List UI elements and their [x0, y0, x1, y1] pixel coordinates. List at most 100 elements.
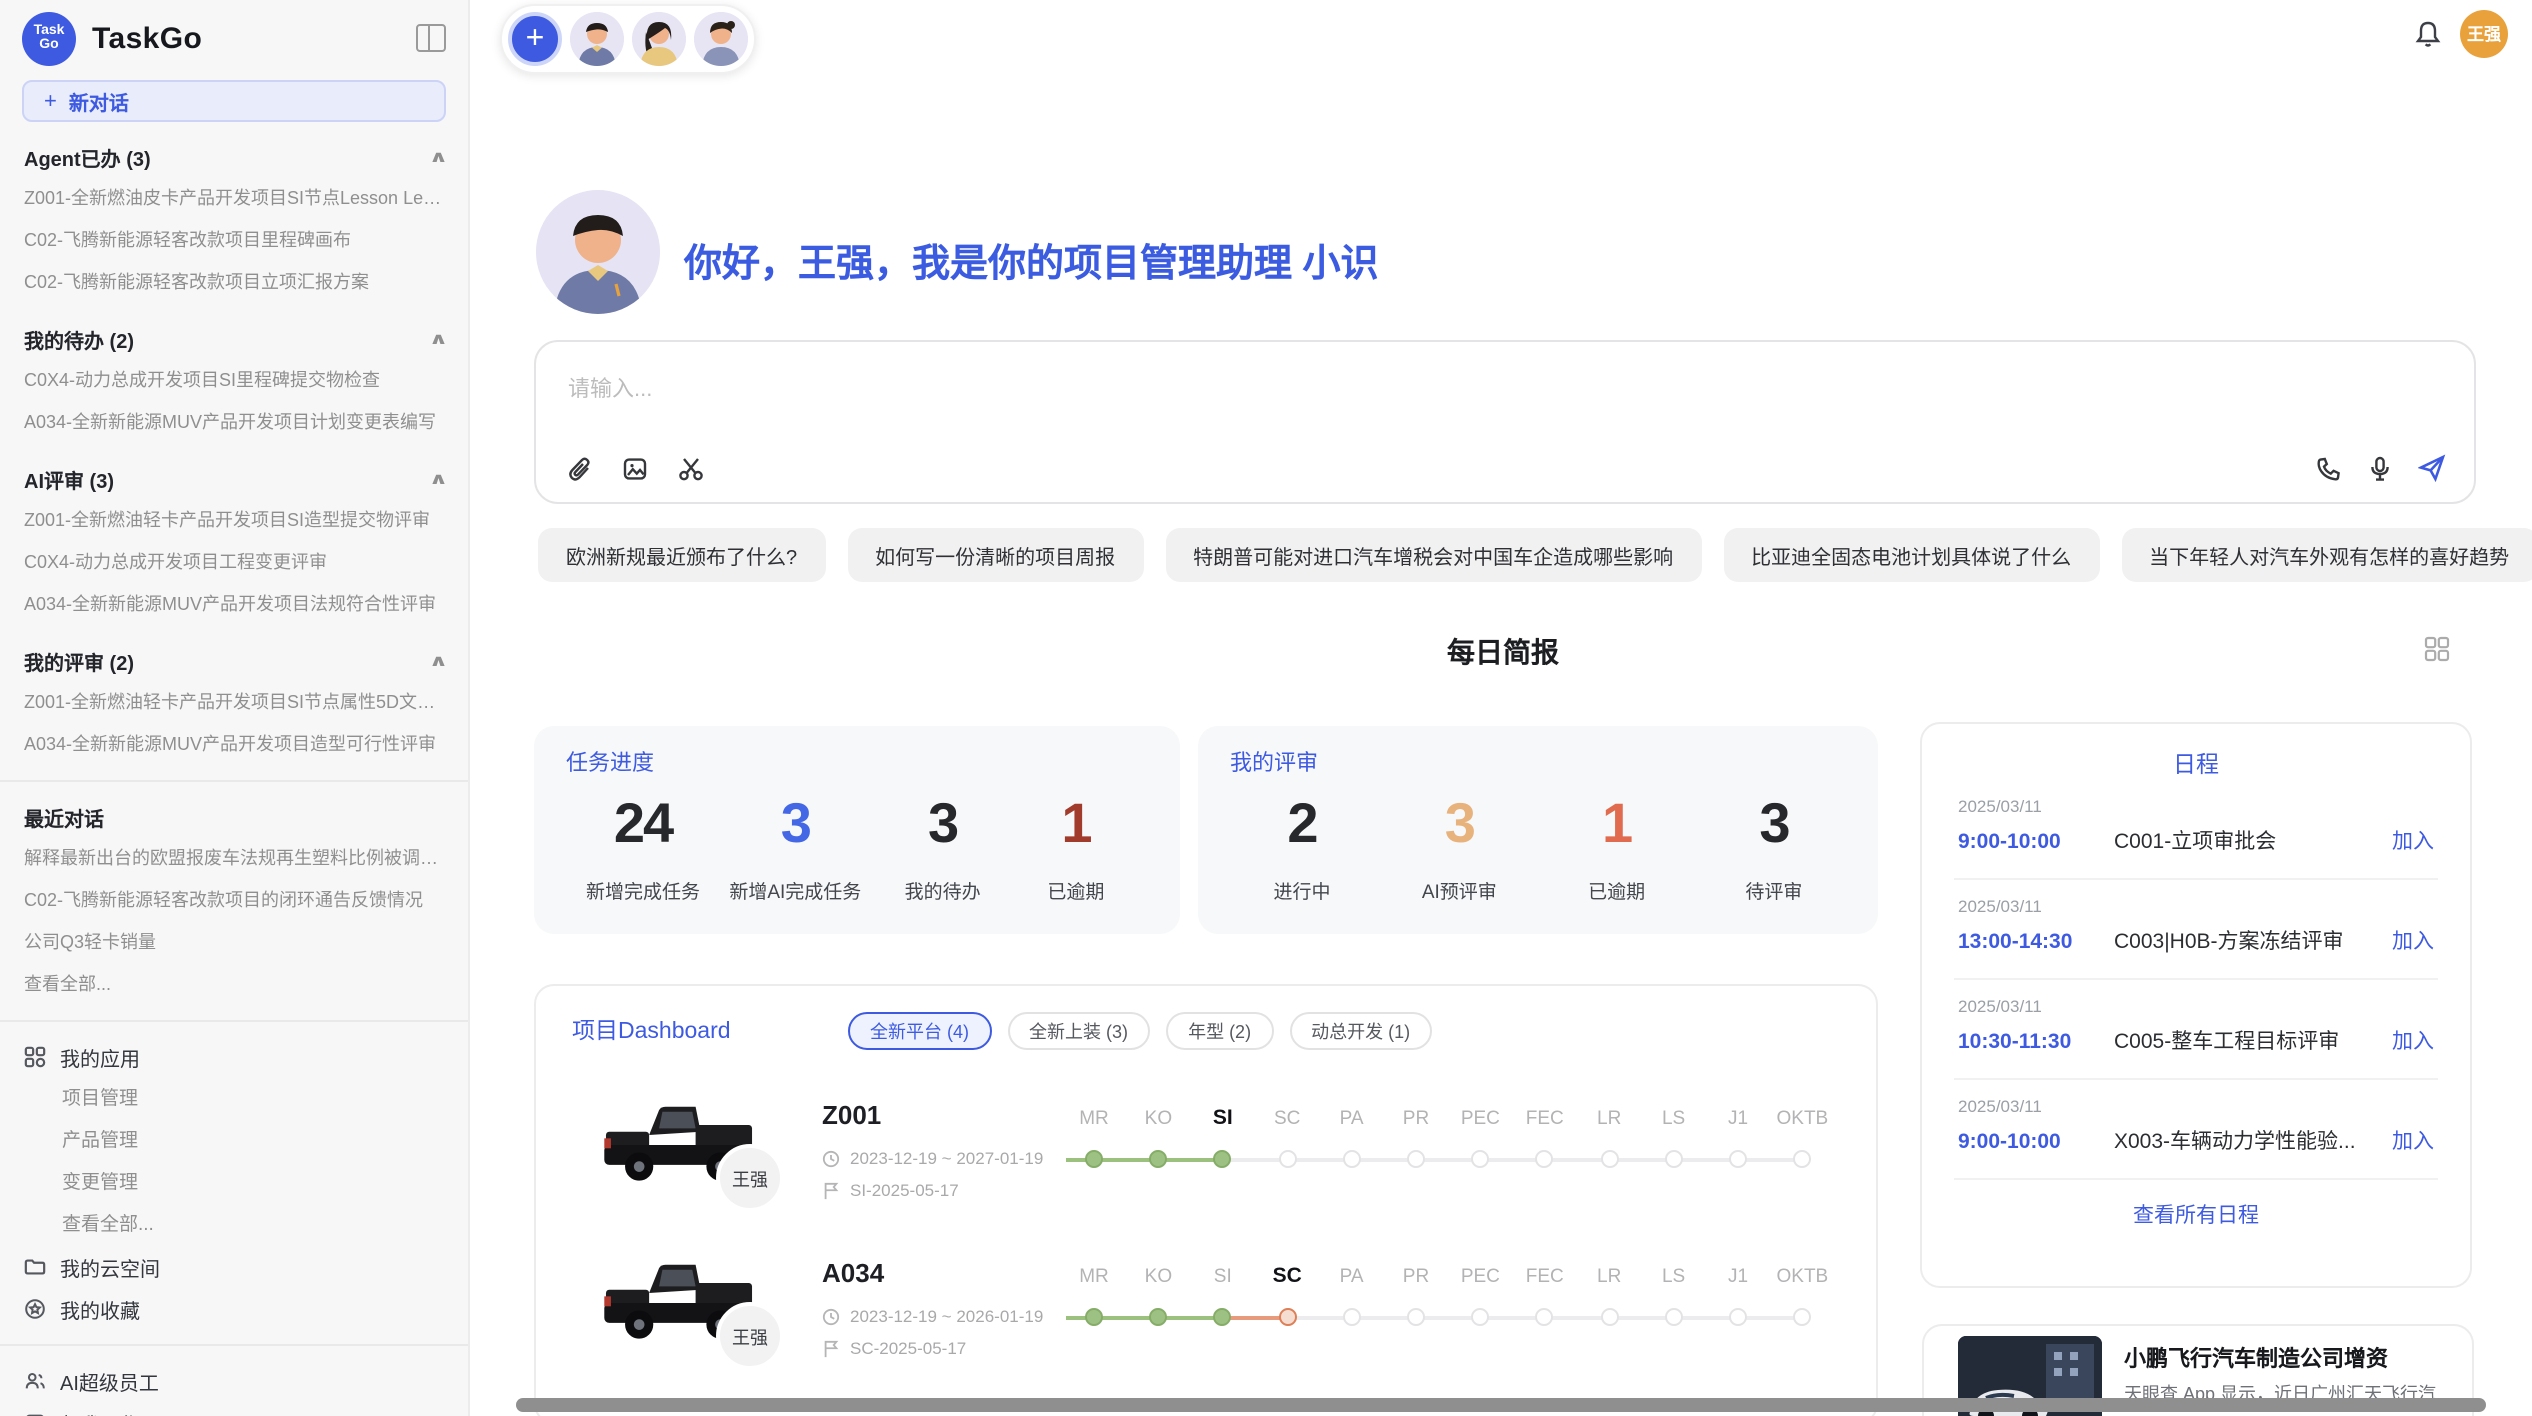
chevron-up-icon[interactable]: ∧: [428, 330, 448, 348]
sidebar-item[interactable]: Z001-全新燃油皮卡产品开发项目SI节点Lesson Learn报告: [0, 178, 468, 220]
milestone-dot[interactable]: [1600, 1150, 1618, 1168]
project-milestone-note: SC-2025-05-17: [822, 1338, 966, 1358]
milestone-dot[interactable]: [1407, 1308, 1425, 1326]
milestone-label: PR: [1403, 1266, 1429, 1288]
view-all-link[interactable]: 查看全部...: [0, 964, 468, 1006]
layout-grid-icon[interactable]: [2424, 636, 2450, 662]
suggestion-chip[interactable]: 欧洲新规最近颁布了什么?: [538, 528, 825, 582]
project-code[interactable]: Z001: [822, 1100, 881, 1130]
dashboard-title: 项目Dashboard: [572, 1014, 812, 1046]
stat-label: 新增完成任务: [586, 876, 700, 904]
milestone-dot[interactable]: [1536, 1308, 1554, 1326]
sidebar-item[interactable]: A034-全新新能源MUV产品开发项目计划变更表编写: [0, 402, 468, 444]
milestone-dot[interactable]: [1343, 1150, 1361, 1168]
schedule-date: 2025/03/11: [1958, 1096, 2434, 1116]
join-link[interactable]: 加入: [2392, 826, 2434, 856]
send-icon[interactable]: [2418, 454, 2446, 482]
milestone-dot[interactable]: [1343, 1308, 1361, 1326]
milestone-dot[interactable]: [1085, 1308, 1103, 1326]
dashboard-tab[interactable]: 动总开发 (1): [1289, 1011, 1432, 1049]
stat-value: 24: [614, 790, 672, 858]
milestone-dot[interactable]: [1665, 1308, 1683, 1326]
milestone-dot[interactable]: [1278, 1150, 1296, 1168]
sidebar-item-write-helper[interactable]: 帮我写作: [0, 1402, 468, 1416]
milestone-dot[interactable]: [1536, 1150, 1554, 1168]
app-menu-item[interactable]: 变更管理: [0, 1162, 468, 1204]
sidebar-section-header[interactable]: AI评审 (3)∧: [0, 458, 468, 500]
section-title: 最近对话: [24, 802, 104, 832]
app-window: Task Go TaskGo + 新对话 Agent已办 (3)∧Z001-全新…: [0, 0, 2532, 1416]
user-avatar[interactable]: 王强: [2460, 10, 2508, 58]
apps-grid-icon: [24, 1046, 46, 1068]
sidebar-item[interactable]: C02-飞腾新能源轻客改款项目立项汇报方案: [0, 262, 468, 304]
phone-icon[interactable]: [2316, 455, 2342, 481]
chevron-up-icon[interactable]: ∧: [428, 470, 448, 488]
schedule-date: 2025/03/11: [1958, 996, 2434, 1016]
milestone-dot[interactable]: [1149, 1150, 1167, 1168]
milestone-dot[interactable]: [1278, 1308, 1296, 1326]
app-menu-item[interactable]: 项目管理: [0, 1078, 468, 1120]
sidebar-item[interactable]: C0X4-动力总成开发项目SI里程碑提交物检查: [0, 360, 468, 402]
sidebar-item[interactable]: Z001-全新燃油轻卡产品开发项目SI造型提交物评审: [0, 500, 468, 542]
dashboard-tab[interactable]: 全新平台 (4): [848, 1011, 991, 1049]
suggestion-chip[interactable]: 如何写一份清晰的项目周报: [847, 528, 1143, 582]
horizontal-scrollbar[interactable]: [516, 1398, 2486, 1412]
new-chat-button[interactable]: + 新对话: [22, 80, 446, 122]
app-menu-item[interactable]: 产品管理: [0, 1120, 468, 1162]
milestone-dot[interactable]: [1729, 1150, 1747, 1168]
sidebar-item[interactable]: C02-飞腾新能源轻客改款项目里程碑画布: [0, 220, 468, 262]
join-link[interactable]: 加入: [2392, 926, 2434, 956]
attachment-icon[interactable]: [568, 456, 592, 482]
milestone-dot[interactable]: [1085, 1150, 1103, 1168]
agent-avatar-1[interactable]: [570, 12, 624, 66]
sidebar-item-ai-staff[interactable]: AI超级员工: [0, 1360, 468, 1402]
join-link[interactable]: 加入: [2392, 1026, 2434, 1056]
join-link[interactable]: 加入: [2392, 1126, 2434, 1156]
notification-bell-icon[interactable]: [2414, 20, 2442, 48]
sidebar-item[interactable]: C0X4-动力总成开发项目工程变更评审: [0, 542, 468, 584]
suggestion-chip[interactable]: 当下年轻人对汽车外观有怎样的喜好趋势: [2121, 528, 2532, 582]
agent-avatar-2[interactable]: [632, 12, 686, 66]
sidebar-item-my-apps[interactable]: 我的应用: [0, 1036, 468, 1078]
milestone-dot[interactable]: [1407, 1150, 1425, 1168]
suggestion-chip[interactable]: 特朗普可能对进口汽车增税会对中国车企造成哪些影响: [1165, 528, 1701, 582]
suggestion-chip[interactable]: 比亚迪全固态电池计划具体说了什么: [1723, 528, 2099, 582]
chat-input[interactable]: 请输入...: [534, 340, 2476, 504]
sidebar-item[interactable]: A034-全新新能源MUV产品开发项目法规符合性评审: [0, 584, 468, 626]
dashboard-tab[interactable]: 年型 (2): [1166, 1011, 1273, 1049]
view-all-schedule-link[interactable]: 查看所有日程: [1922, 1200, 2470, 1230]
sidebar-item-cloud-space[interactable]: 我的云空间: [0, 1246, 468, 1288]
milestone-dot[interactable]: [1665, 1150, 1683, 1168]
scissors-icon[interactable]: [678, 456, 704, 482]
milestone-dot[interactable]: [1471, 1308, 1489, 1326]
mic-icon[interactable]: [2368, 455, 2392, 481]
sidebar-item[interactable]: A034-全新新能源MUV产品开发项目造型可行性评审: [0, 724, 468, 766]
agent-avatar-3[interactable]: [694, 12, 748, 66]
sidebar-item[interactable]: Z001-全新燃油轻卡产品开发项目SI节点属性5D文件评审: [0, 682, 468, 724]
chevron-up-icon[interactable]: ∧: [428, 148, 448, 166]
milestone-dot[interactable]: [1214, 1150, 1232, 1168]
milestone-dot[interactable]: [1149, 1308, 1167, 1326]
view-all-link[interactable]: 查看全部...: [0, 1204, 468, 1246]
chevron-up-icon[interactable]: ∧: [428, 652, 448, 670]
recent-conversation-item[interactable]: 公司Q3轻卡销量: [0, 922, 468, 964]
milestone-dot[interactable]: [1793, 1150, 1811, 1168]
recent-conversation-item[interactable]: 解释最新出台的欧盟报废车法规再生塑料比例被调至15%...: [0, 838, 468, 880]
project-code[interactable]: A034: [822, 1258, 884, 1288]
sidebar-section-header[interactable]: 我的评审 (2)∧: [0, 640, 468, 682]
dashboard-tab[interactable]: 全新上装 (3): [1007, 1011, 1150, 1049]
milestone-label: PA: [1340, 1108, 1364, 1130]
add-agent-button[interactable]: +: [508, 12, 562, 66]
milestone-dot[interactable]: [1793, 1308, 1811, 1326]
sidebar-item-favorites[interactable]: 我的收藏: [0, 1288, 468, 1330]
milestone-dot[interactable]: [1471, 1150, 1489, 1168]
sidebar-section-header[interactable]: Agent已办 (3)∧: [0, 136, 468, 178]
image-icon[interactable]: [622, 456, 648, 482]
recent-conversation-item[interactable]: C02-飞腾新能源轻客改款项目的闭环通告反馈情况: [0, 880, 468, 922]
stat-value: 1: [1061, 790, 1090, 858]
milestone-dot[interactable]: [1729, 1308, 1747, 1326]
milestone-dot[interactable]: [1214, 1308, 1232, 1326]
milestone-dot[interactable]: [1600, 1308, 1618, 1326]
sidebar-section-header[interactable]: 我的待办 (2)∧: [0, 318, 468, 360]
sidebar-collapse-icon[interactable]: [416, 24, 446, 52]
